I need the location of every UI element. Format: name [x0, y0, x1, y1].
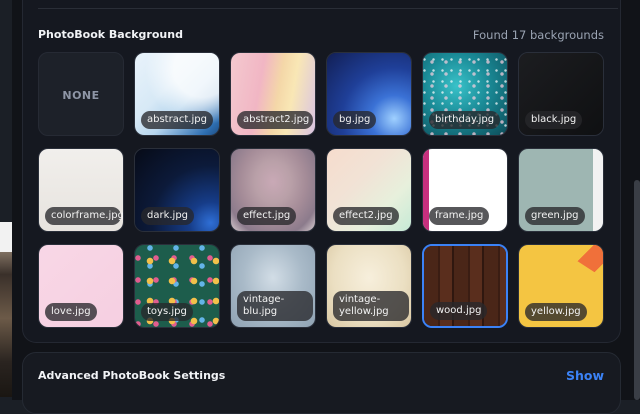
- background-option-effect2[interactable]: effect2.jpg: [326, 148, 412, 232]
- background-option-green[interactable]: green.jpg: [518, 148, 604, 232]
- background-label: effect.jpg: [237, 207, 297, 225]
- background-label: wood.jpg: [430, 302, 488, 320]
- background-label: green.jpg: [525, 207, 585, 225]
- background-label: vintage-blu.jpg: [237, 291, 313, 321]
- background-option-birthday[interactable]: birthday.jpg: [422, 52, 508, 136]
- advanced-settings-title: Advanced PhotoBook Settings: [38, 369, 226, 382]
- background-option-vintage-blu[interactable]: vintage-blu.jpg: [230, 244, 316, 328]
- advanced-settings-card: [22, 352, 621, 414]
- background-label: colorframe.jpg: [45, 207, 123, 225]
- background-label: bg.jpg: [333, 111, 377, 129]
- background-label: vintage-yellow.jpg: [333, 291, 409, 321]
- backgrounds-count: Found 17 backgrounds: [472, 28, 604, 42]
- background-option-colorframe[interactable]: colorframe.jpg: [38, 148, 124, 232]
- background-label: abstract.jpg: [141, 111, 213, 129]
- background-option-vintage-yellow[interactable]: vintage-yellow.jpg: [326, 244, 412, 328]
- background-option-dark[interactable]: dark.jpg: [134, 148, 220, 232]
- advanced-settings-show-button[interactable]: Show: [566, 368, 604, 383]
- background-option-love[interactable]: love.jpg: [38, 244, 124, 328]
- divider: [38, 8, 618, 9]
- background-option-effect[interactable]: effect.jpg: [230, 148, 316, 232]
- background-label: dark.jpg: [141, 207, 195, 225]
- background-label: black.jpg: [525, 111, 583, 129]
- background-option-toys[interactable]: toys.jpg: [134, 244, 220, 328]
- background-option-abstract2[interactable]: abstract2.jpg: [230, 52, 316, 136]
- background-option-bg[interactable]: bg.jpg: [326, 52, 412, 136]
- background-photo-edge: [0, 222, 12, 397]
- background-option-black[interactable]: black.jpg: [518, 52, 604, 136]
- section-title: PhotoBook Background: [38, 28, 183, 41]
- background-option-frame[interactable]: frame.jpg: [422, 148, 508, 232]
- background-label: frame.jpg: [429, 207, 490, 225]
- none-label: NONE: [62, 89, 100, 102]
- background-label: yellow.jpg: [525, 303, 587, 321]
- background-option-wood[interactable]: wood.jpg: [422, 244, 508, 328]
- background-label: effect2.jpg: [333, 207, 399, 225]
- background-option-yellow[interactable]: yellow.jpg: [518, 244, 604, 328]
- background-label: abstract2.jpg: [237, 111, 313, 129]
- background-option-none[interactable]: NONE: [38, 52, 124, 136]
- scrollbar[interactable]: [634, 180, 640, 400]
- background-label: toys.jpg: [141, 303, 193, 321]
- background-label: love.jpg: [45, 303, 97, 321]
- background-option-abstract[interactable]: abstract.jpg: [134, 52, 220, 136]
- background-label: birthday.jpg: [429, 111, 501, 129]
